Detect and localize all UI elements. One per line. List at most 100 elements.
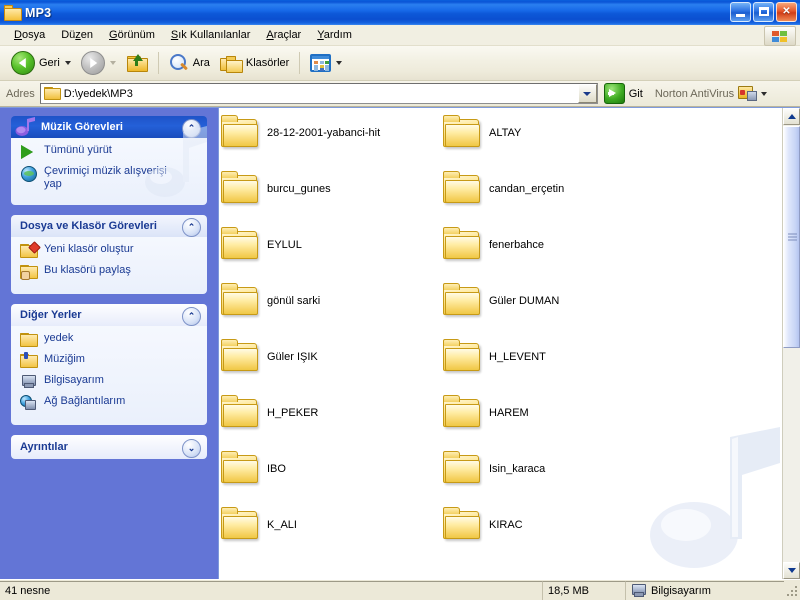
- back-dropdown-caret[interactable]: [64, 61, 71, 65]
- music-folder-icon: [20, 352, 38, 369]
- file-name-label: ALTAY: [489, 126, 522, 139]
- file-name-label: candan_erçetin: [489, 182, 565, 195]
- file-item[interactable]: gönül sarki: [219, 276, 434, 326]
- folder-icon: [219, 115, 261, 151]
- minimize-button[interactable]: [730, 2, 751, 22]
- place-item-muzigim[interactable]: Müziğim: [20, 352, 198, 369]
- folders-button[interactable]: Klasörler: [215, 49, 294, 77]
- panel-header-ayrintilar[interactable]: Ayrıntılar ⌄: [11, 435, 207, 459]
- file-item[interactable]: K_ALI: [219, 500, 434, 550]
- play-icon: [20, 144, 38, 160]
- panel-header-diger-yerler[interactable]: Diğer Yerler ⌃: [11, 304, 207, 326]
- folder-icon: [219, 283, 261, 319]
- file-name-label: IBO: [267, 462, 286, 475]
- collapse-chevron-up-icon[interactable]: ⌃: [182, 218, 201, 237]
- scroll-down-button[interactable]: [783, 562, 800, 579]
- file-item[interactable]: ALTAY: [441, 108, 656, 158]
- menu-item-sik-kullanilanlar[interactable]: Sık Kullanılanlar: [163, 27, 259, 43]
- views-dropdown-caret[interactable]: [336, 61, 343, 65]
- status-object-count: 41 nesne: [0, 580, 542, 600]
- scroll-up-button[interactable]: [783, 108, 800, 125]
- up-folder-icon: [126, 53, 148, 73]
- file-item[interactable]: burcu_gunes: [219, 164, 434, 214]
- panel-muzik-gorevleri: Müzik Görevleri ⌃ Tümünü yürüt Çevrimiçi…: [11, 116, 207, 205]
- file-item[interactable]: KIRAC: [441, 500, 656, 550]
- norton-dropdown-caret[interactable]: [761, 91, 768, 96]
- status-location: Bilgisayarım: [625, 580, 784, 600]
- network-icon: [20, 395, 38, 411]
- music-note-watermark: [145, 126, 207, 197]
- back-arrow-icon: [11, 51, 35, 75]
- scrollbar-thumb[interactable]: [783, 126, 800, 348]
- file-item[interactable]: IBO: [219, 444, 434, 494]
- address-dropdown-button[interactable]: [577, 84, 597, 103]
- file-name-label: HAREM: [489, 406, 529, 419]
- place-label-muzigim: Müziğim: [44, 353, 85, 365]
- menu-item-duzen[interactable]: Düzen: [53, 27, 101, 43]
- place-item-ag-baglantilarim[interactable]: Ağ Bağlantılarım: [20, 395, 198, 411]
- folder-icon: [441, 227, 483, 263]
- forward-arrow-icon: [80, 51, 105, 75]
- views-button[interactable]: [305, 49, 347, 77]
- back-button[interactable]: Geri: [6, 49, 76, 77]
- file-name-label: gönül sarki: [267, 294, 321, 307]
- menu-item-gorunum[interactable]: Görünüm: [101, 27, 163, 43]
- toolbar-separator: [157, 52, 159, 74]
- menu-item-dosya[interactable]: Dosya: [6, 27, 53, 43]
- file-item[interactable]: Güler DUMAN: [441, 276, 656, 326]
- file-item[interactable]: fenerbahce: [441, 220, 656, 270]
- close-button[interactable]: ✕: [776, 2, 797, 22]
- forward-button[interactable]: [76, 49, 121, 77]
- file-name-label: H_LEVENT: [489, 350, 546, 363]
- go-button[interactable]: Git: [603, 83, 643, 104]
- go-label: Git: [628, 87, 643, 100]
- task-item-klasor-paylas[interactable]: Bu klasörü paylaş: [20, 264, 198, 280]
- file-item[interactable]: candan_erçetin: [441, 164, 656, 214]
- address-folder-icon: [43, 87, 61, 100]
- file-item[interactable]: HAREM: [441, 388, 656, 438]
- panel-header-dosya-klasor[interactable]: Dosya ve Klasör Görevleri ⌃: [11, 215, 207, 237]
- file-name-label: burcu_gunes: [267, 182, 331, 195]
- file-item[interactable]: H_PEKER: [219, 388, 434, 438]
- task-label-tumunu-yurut: Tümünü yürüt: [44, 144, 112, 156]
- place-item-bilgisayarim[interactable]: Bilgisayarım: [20, 374, 198, 390]
- address-input[interactable]: D:\yedek\MP3: [39, 83, 598, 104]
- folder-icon: [441, 115, 483, 151]
- expand-chevron-down-icon[interactable]: ⌄: [182, 439, 201, 458]
- title-bar: MP3 ✕: [0, 0, 800, 25]
- resize-grip-icon[interactable]: [784, 583, 798, 597]
- file-item[interactable]: Isin_karaca: [441, 444, 656, 494]
- up-button[interactable]: [121, 49, 153, 77]
- norton-antivirus-band[interactable]: Norton AntiVirus: [655, 86, 768, 101]
- vertical-scrollbar[interactable]: [782, 108, 800, 579]
- search-button[interactable]: Ara: [164, 49, 215, 77]
- menu-item-yardim[interactable]: Yardım: [309, 27, 360, 43]
- window-controls: ✕: [730, 2, 797, 22]
- address-path-text: D:\yedek\MP3: [63, 87, 133, 100]
- file-name-label: H_PEKER: [267, 406, 319, 419]
- file-name-label: 28-12-2001-yabanci-hit: [267, 126, 381, 139]
- panel-body-muzik-gorevleri: Tümünü yürüt Çevrimiçi müzik alışverişi …: [11, 126, 207, 205]
- panel-body-diger-yerler: yedek Müziğim Bilgisayarım Ağ Bağlantıla…: [11, 326, 207, 425]
- explorer-body: Müzik Görevleri ⌃ Tümünü yürüt Çevrimiçi…: [0, 107, 800, 579]
- task-label-klasor-paylas: Bu klasörü paylaş: [44, 264, 131, 276]
- file-item[interactable]: 28-12-2001-yabanci-hit: [219, 108, 434, 158]
- menu-label-dosya: osya: [21, 29, 46, 41]
- folder-icon: [20, 332, 38, 348]
- window-title: MP3: [25, 5, 52, 20]
- file-item[interactable]: H_LEVENT: [441, 332, 656, 382]
- file-list-pane[interactable]: 28-12-2001-yabanci-hit ALTAY burcu_gunes ca…: [218, 108, 800, 579]
- collapse-chevron-up-icon[interactable]: ⌃: [182, 307, 201, 326]
- maximize-button[interactable]: [753, 2, 774, 22]
- folder-icon: [219, 227, 261, 263]
- menu-bar: Dosya Düzen Görünüm Sık Kullanılanlar Ar…: [0, 25, 800, 46]
- place-item-yedek[interactable]: yedek: [20, 332, 198, 348]
- folder-icon: [219, 395, 261, 431]
- folder-icon: [441, 395, 483, 431]
- file-item[interactable]: EYLUL: [219, 220, 434, 270]
- menu-item-araclar[interactable]: Araçlar: [258, 27, 309, 43]
- file-item[interactable]: Güler IŞIK: [219, 332, 434, 382]
- status-location-label: Bilgisayarım: [651, 584, 711, 597]
- norton-antivirus-icon: [738, 86, 758, 101]
- task-item-yeni-klasor[interactable]: Yeni klasör oluştur: [20, 241, 198, 259]
